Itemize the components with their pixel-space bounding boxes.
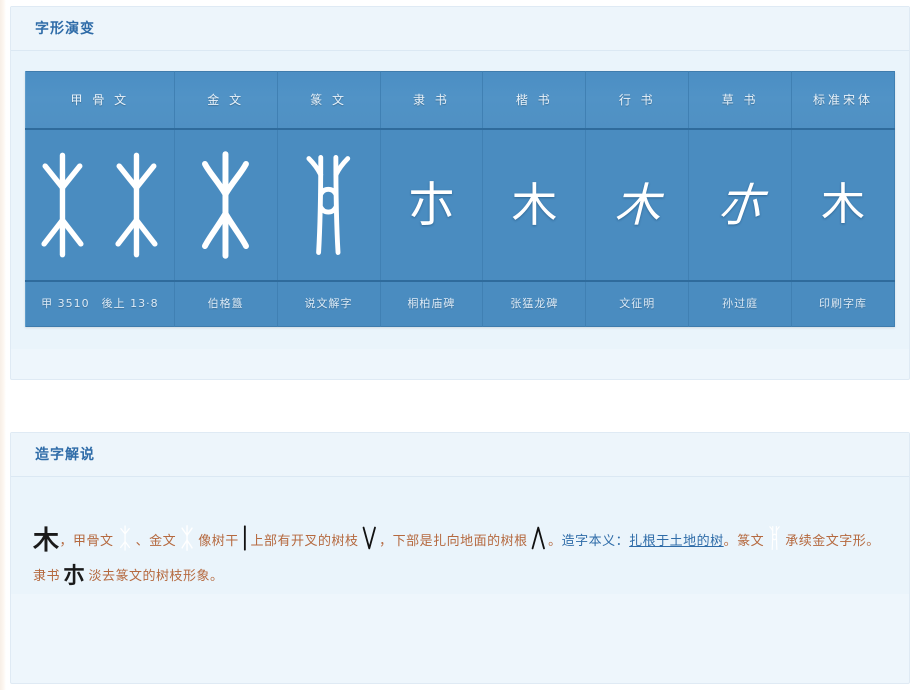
- script-name-cell: 草 书: [688, 71, 793, 130]
- source-label: 伯格簋: [175, 282, 277, 326]
- explanation-text: ，下部是扎向地面的树根: [379, 534, 528, 549]
- inline-bronze-glyph: [179, 525, 195, 551]
- explanation-text: ，甲骨文: [59, 534, 114, 549]
- inline-seal-glyph: [767, 525, 782, 551]
- clerical-script-glyph: 朩: [407, 177, 456, 233]
- cursive-script-glyph: 朩: [714, 178, 766, 232]
- source-cell: 孙过庭: [688, 281, 793, 327]
- script-name-label: 篆 文: [310, 93, 347, 107]
- explanation-text: 像树干: [198, 534, 239, 549]
- original-meaning-label: 造字本义：: [561, 534, 630, 549]
- inline-root-up-glyph: [531, 525, 546, 551]
- running-script-glyph: 木: [614, 178, 661, 232]
- left-edge-strip: [0, 0, 6, 690]
- branch-down-glyph: [362, 526, 376, 550]
- source-text: 张猛龙碑: [510, 297, 559, 310]
- script-name-label: 金 文: [207, 93, 245, 107]
- source-label: 文征明: [586, 282, 688, 326]
- explanation-text: 、金文: [135, 534, 177, 549]
- glyph-cell: 朩: [688, 129, 793, 282]
- table-source-row: 甲 3510 後上 13·8 伯格簋 说文解字 桐柏庙碑 张猛龙碑 文征明 孙过庭 印刷字库: [25, 281, 895, 327]
- inline-clerical-glyph: 朩: [63, 563, 86, 589]
- script-name-label: 隶 书: [413, 93, 450, 107]
- source-text: 後上 13·8: [101, 297, 159, 310]
- table-glyph-row: 朩木木朩木: [25, 129, 895, 282]
- glyph-cell: 木: [482, 129, 587, 282]
- script-name-cell: 金 文: [173, 71, 278, 130]
- page-title-explanation: 造字解说: [35, 446, 95, 463]
- panel-body-explanation: 木，甲骨文 、金文 像树干 上部有开叉的树枝 ，下部是扎向地面的树根 。造字本义…: [11, 477, 909, 594]
- source-cell: 文征明: [585, 281, 690, 327]
- seal-script-glyph: [306, 155, 351, 255]
- source-label: 孙过庭: [689, 282, 791, 326]
- explanation-text: 淡去篆文的树枝形象。: [88, 569, 224, 584]
- source-text: 桐柏庙碑: [407, 297, 456, 310]
- source-text: 说文解字: [304, 297, 353, 310]
- oracle-bone-glyph: [115, 152, 158, 258]
- script-name-cell: 篆 文: [276, 71, 381, 130]
- bronze-script-glyph: [181, 525, 193, 551]
- explanation-paragraph: 木，甲骨文 、金文 像树干 上部有开叉的树枝 ，下部是扎向地面的树根 。造字本义…: [33, 524, 887, 594]
- glyph-cell: [25, 129, 175, 282]
- panel-header-explanation: 造字解说: [11, 433, 909, 477]
- script-name-cell: 楷 书: [482, 71, 587, 130]
- table-header-row: 甲 骨 文 金 文 篆 文 隶 书 楷 书 行 书 草 书 标准宋体: [25, 71, 895, 130]
- explanation-text: 上部有开叉的树枝: [250, 534, 359, 549]
- source-cell: 甲 3510 後上 13·8: [25, 281, 175, 327]
- glyph-cell: 木: [791, 129, 895, 282]
- inline-oracle-glyph: [117, 525, 133, 551]
- script-name-cell: 甲 骨 文: [25, 71, 175, 130]
- explanation-text: 。篆文: [723, 534, 765, 549]
- script-name-cell: 隶 书: [379, 71, 484, 130]
- script-name-cell: 行 书: [585, 71, 690, 130]
- source-label: 桐柏庙碑: [381, 282, 483, 326]
- glyph-cell: [173, 129, 278, 282]
- glyph-cell: [276, 129, 381, 282]
- script-name-label: 草 书: [721, 93, 759, 107]
- source-cell: 印刷字库: [791, 281, 895, 327]
- script-name-label: 楷 书: [515, 93, 553, 107]
- original-meaning-link[interactable]: 扎根于土地的树: [629, 534, 724, 549]
- source-text: 甲 3510: [41, 297, 90, 310]
- source-cell: 桐柏庙碑: [379, 281, 484, 327]
- source-label: 张猛龙碑: [483, 282, 585, 326]
- evolution-table: 甲 骨 文 金 文 篆 文 隶 书 楷 书 行 书 草 书 标准宋体 朩 木 木 朩 木 甲 …: [25, 71, 895, 327]
- panel-header-evolution: 字形演变: [11, 7, 909, 51]
- trunk-stroke-glyph: [243, 525, 246, 551]
- panel-character-evolution: 字形演变 甲 骨 文 金 文 篆 文 隶 书 楷 书 行 书 草 书 标准宋体 朩 木 木 朩…: [10, 6, 910, 380]
- script-name-label: 行 书: [618, 93, 656, 107]
- regular-script-glyph: 木: [511, 178, 558, 232]
- glyph-cell: 木: [585, 129, 690, 282]
- explanation-text: 。: [548, 534, 562, 549]
- source-text: 伯格簋: [207, 297, 244, 310]
- source-label: 甲 3510 後上 13·8: [26, 282, 174, 326]
- source-text: 孙过庭: [722, 297, 759, 310]
- source-label: 说文解字: [278, 282, 380, 326]
- bronze-script-glyph: [202, 151, 250, 259]
- source-text: 文征明: [619, 297, 656, 310]
- page-root: 字形演变 甲 骨 文 金 文 篆 文 隶 书 楷 书 行 书 草 书 标准宋体 朩 木 木 朩…: [0, 0, 920, 690]
- panel-body-evolution: 甲 骨 文 金 文 篆 文 隶 书 楷 书 行 书 草 书 标准宋体 朩 木 木 朩 木 甲 …: [11, 51, 909, 349]
- source-cell: 张猛龙碑: [482, 281, 587, 327]
- page-title-evolution: 字形演变: [35, 20, 95, 37]
- source-cell: 说文解字: [276, 281, 381, 327]
- oracle-bone-glyph: [41, 152, 84, 258]
- glyph-cell: 朩: [379, 129, 484, 282]
- script-name-label: 甲 骨 文: [70, 93, 130, 107]
- inline-branch-down-glyph: [362, 525, 377, 551]
- panel-character-explanation: 造字解说 木，甲骨文 、金文 像树干 上部有开叉的树枝 ，下部是扎向地面的树根 …: [10, 432, 910, 684]
- source-text: 印刷字库: [819, 297, 868, 310]
- inline-trunk-glyph: [242, 525, 248, 551]
- source-label: 印刷字库: [792, 282, 894, 326]
- oracle-bone-glyph: [119, 525, 130, 551]
- root-up-glyph: [531, 526, 545, 550]
- script-name-cell: 标准宋体: [791, 71, 895, 130]
- script-name-label: 标准宋体: [813, 93, 874, 107]
- source-cell: 伯格簋: [173, 281, 278, 327]
- seal-script-glyph: [769, 525, 780, 551]
- song-typeface-glyph: 木: [821, 179, 866, 230]
- headword-character: 木: [33, 526, 60, 556]
